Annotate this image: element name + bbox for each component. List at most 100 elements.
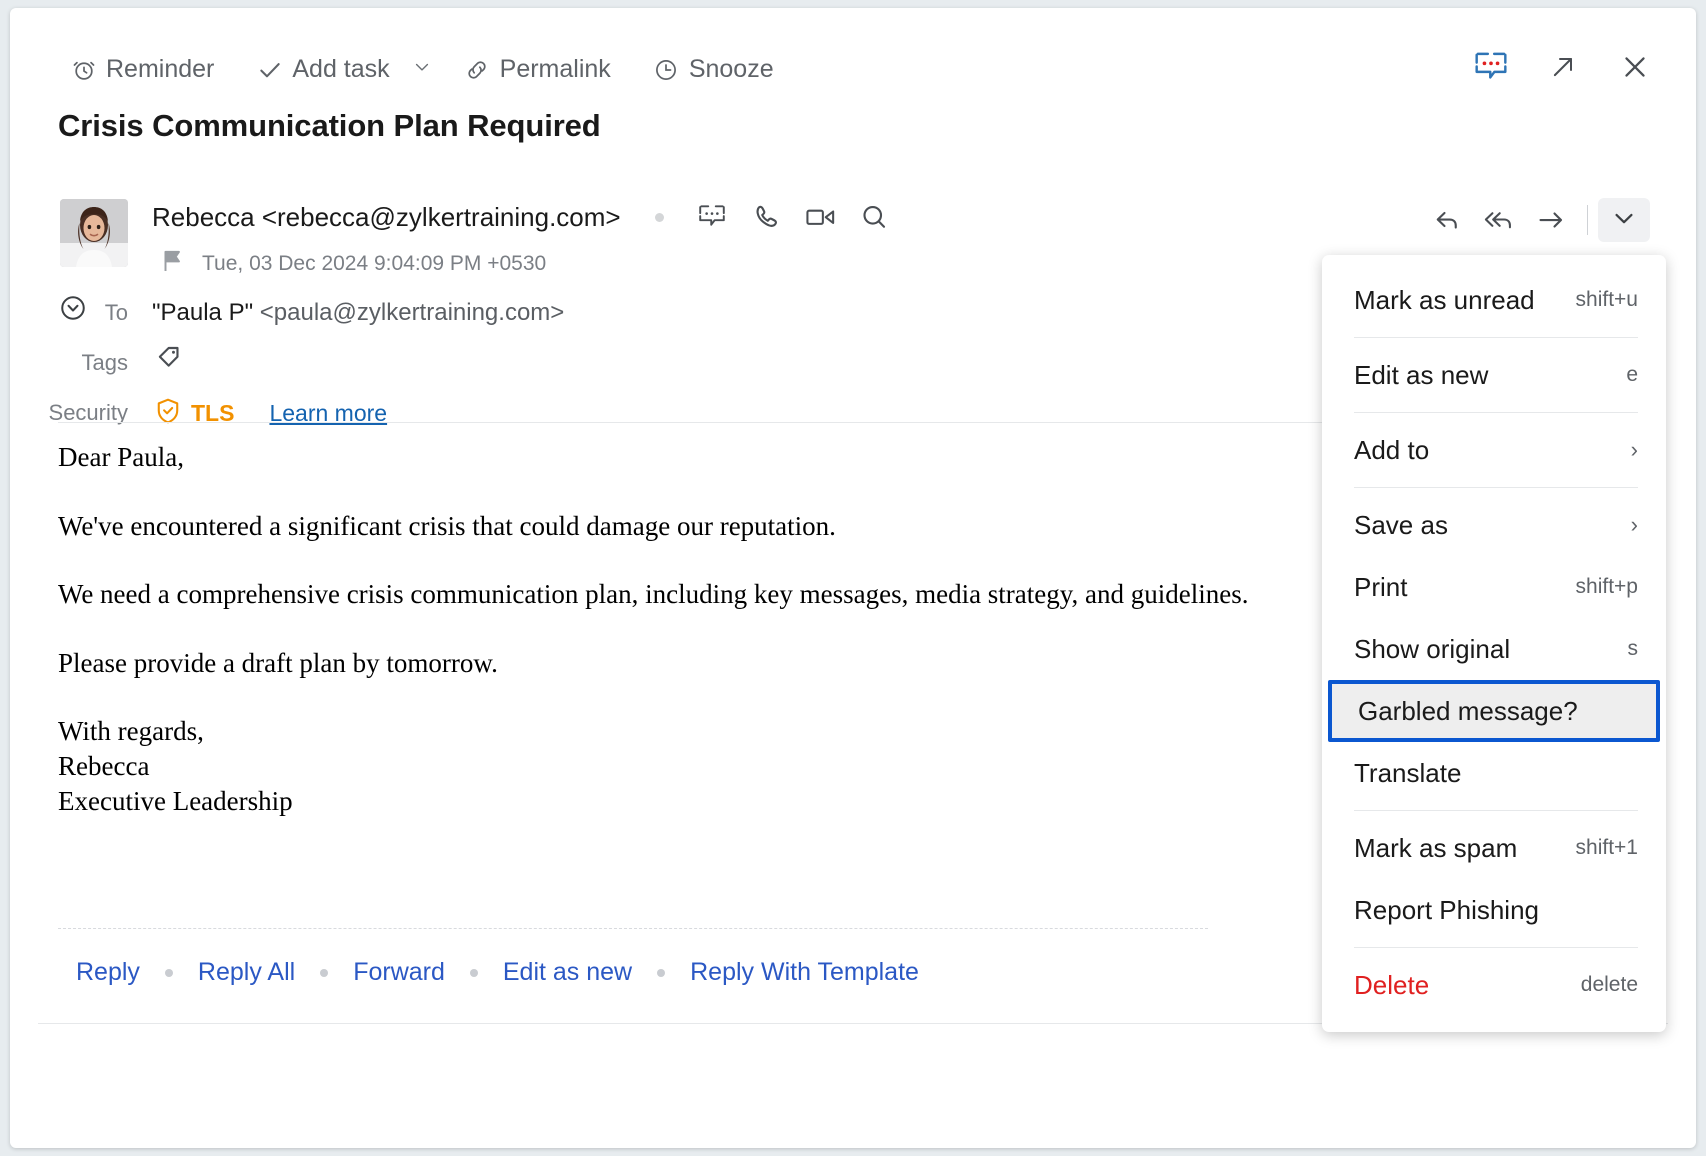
chevron-right-icon: ›: [1631, 437, 1638, 463]
phone-icon[interactable]: [746, 200, 786, 234]
menu-item-shortcut: shift+p: [1576, 575, 1638, 599]
signature-line: Executive Leadership: [58, 784, 1298, 819]
add-task-label: Add task: [292, 55, 389, 84]
menu-item-shortcut: shift+1: [1576, 836, 1638, 860]
message-reply-actions: [1421, 198, 1650, 242]
to-value: "Paula P" <paula@zylkertraining.com>: [152, 299, 564, 327]
menu-item-label: Garbled message?: [1358, 696, 1578, 727]
menu-separator: [1354, 810, 1638, 811]
separator-dot: [470, 969, 478, 977]
more-options-button[interactable]: [1598, 198, 1650, 242]
alarm-clock-icon: [70, 56, 97, 83]
menu-item-label: Print: [1354, 572, 1407, 603]
menu-item-delete[interactable]: Delete delete: [1322, 954, 1666, 1016]
tag-icon[interactable]: [154, 340, 186, 377]
permalink-button[interactable]: Permalink: [464, 53, 627, 86]
snooze-label: Snooze: [689, 55, 774, 84]
reply-icon[interactable]: [1421, 198, 1473, 242]
body-paragraph: Dear Paula,: [58, 440, 1298, 475]
body-paragraph: We've encountered a significant crisis t…: [58, 509, 1298, 544]
menu-item-label: Add to: [1354, 435, 1429, 466]
check-icon: [256, 56, 283, 83]
menu-item-shortcut: s: [1628, 637, 1639, 661]
shield-check-icon: [154, 396, 182, 431]
window-controls: [1474, 50, 1652, 84]
signature-line: Rebecca: [58, 749, 1298, 784]
comment-bubble-icon[interactable]: [692, 200, 732, 234]
separator-dot: [657, 969, 665, 977]
menu-item-print[interactable]: Print shift+p: [1322, 556, 1666, 618]
avatar: [60, 199, 128, 267]
menu-item-shortcut: delete: [1581, 973, 1638, 997]
search-icon[interactable]: [854, 200, 894, 234]
video-camera-icon[interactable]: [800, 200, 840, 234]
reply-with-template-link[interactable]: Reply With Template: [690, 958, 919, 987]
menu-item-label: Translate: [1354, 758, 1461, 789]
menu-item-add-to[interactable]: Add to ›: [1322, 419, 1666, 481]
menu-item-mark-as-unread[interactable]: Mark as unread shift+u: [1322, 269, 1666, 331]
flag-icon: [160, 248, 184, 279]
email-subject: Crisis Communication Plan Required: [58, 108, 601, 144]
menu-separator: [1354, 337, 1638, 338]
chevron-down-icon: [1610, 204, 1638, 237]
security-value-wrap: TLS Learn more: [154, 396, 387, 431]
menu-item-shortcut: shift+u: [1576, 288, 1638, 312]
body-paragraph: We need a comprehensive crisis communica…: [58, 577, 1298, 612]
menu-separator: [1354, 487, 1638, 488]
menu-separator: [1354, 947, 1638, 948]
reminder-button[interactable]: Reminder: [70, 53, 230, 86]
menu-item-translate[interactable]: Translate: [1322, 742, 1666, 804]
message-context-menu: Mark as unread shift+u Edit as new e Add…: [1322, 255, 1666, 1032]
menu-item-show-original[interactable]: Show original s: [1322, 618, 1666, 680]
snooze-button[interactable]: Snooze: [653, 53, 790, 86]
sender-address: Rebecca <rebecca@zylkertraining.com>: [152, 202, 621, 233]
chevron-right-icon: ›: [1631, 512, 1638, 538]
reply-link[interactable]: Reply: [76, 958, 140, 987]
forward-icon[interactable]: [1525, 198, 1577, 242]
close-icon[interactable]: [1618, 50, 1652, 84]
email-body: Dear Paula, We've encountered a signific…: [58, 440, 1298, 819]
menu-item-label: Mark as spam: [1354, 833, 1517, 864]
reply-all-link[interactable]: Reply All: [198, 958, 295, 987]
separator-dot: [165, 969, 173, 977]
divider: [1587, 205, 1588, 235]
menu-item-edit-as-new[interactable]: Edit as new e: [1322, 344, 1666, 406]
footer-actions: Reply Reply All Forward Edit as new Repl…: [76, 958, 919, 987]
permalink-label: Permalink: [500, 55, 611, 84]
forward-link[interactable]: Forward: [353, 958, 445, 987]
menu-item-label: Report Phishing: [1354, 895, 1539, 926]
menu-item-save-as[interactable]: Save as ›: [1322, 494, 1666, 556]
to-label: To: [10, 300, 128, 326]
reply-all-icon[interactable]: [1473, 198, 1525, 242]
add-task-caret-button[interactable]: [406, 55, 438, 84]
menu-item-label: Edit as new: [1354, 360, 1488, 391]
separator-dot: [655, 213, 664, 222]
open-in-new-icon[interactable]: [1546, 50, 1580, 84]
chevron-down-icon: [412, 57, 432, 82]
clock-icon: [653, 56, 680, 83]
link-icon: [464, 56, 491, 83]
menu-item-label: Save as: [1354, 510, 1448, 541]
date-row: Tue, 03 Dec 2024 9:04:09 PM +0530: [160, 248, 546, 279]
edit-as-new-link[interactable]: Edit as new: [503, 958, 632, 987]
signature-line: With regards,: [58, 714, 1298, 749]
menu-separator: [1354, 412, 1638, 413]
message-date: Tue, 03 Dec 2024 9:04:09 PM +0530: [202, 252, 546, 276]
menu-item-mark-as-spam[interactable]: Mark as spam shift+1: [1322, 817, 1666, 879]
menu-item-report-phishing[interactable]: Report Phishing: [1322, 879, 1666, 941]
comment-bubble-icon[interactable]: [1474, 50, 1508, 84]
menu-item-shortcut: e: [1626, 363, 1638, 387]
menu-item-label: Mark as unread: [1354, 285, 1535, 316]
separator-dot: [320, 969, 328, 977]
body-paragraph: Please provide a draft plan by tomorrow.: [58, 646, 1298, 681]
sender-row: Rebecca <rebecca@zylkertraining.com>: [152, 200, 908, 234]
add-task-button[interactable]: Add task: [256, 53, 405, 86]
tags-label: Tags: [10, 350, 128, 376]
menu-item-label: Delete: [1354, 970, 1429, 1001]
to-email: <paula@zylkertraining.com>: [260, 299, 565, 326]
toolbar-actions: Reminder Add task: [70, 53, 790, 86]
to-name: "Paula P": [152, 299, 253, 326]
menu-item-garbled-message[interactable]: Garbled message?: [1328, 680, 1660, 742]
reminder-label: Reminder: [106, 55, 214, 84]
email-viewer-window: Reminder Add task: [0, 0, 1706, 1156]
